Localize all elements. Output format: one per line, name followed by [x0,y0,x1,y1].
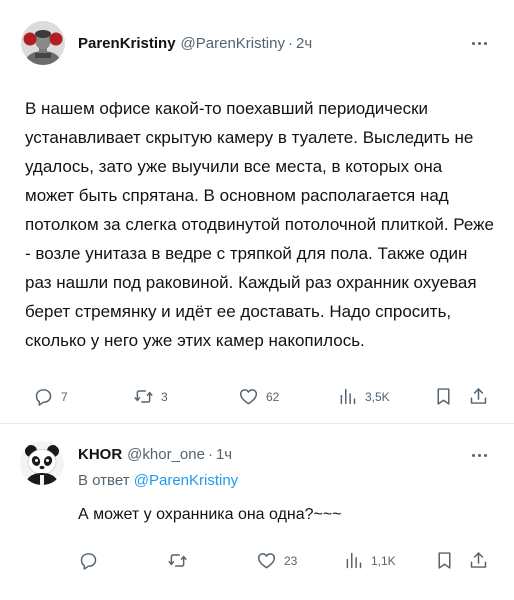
more-icon[interactable] [470,446,488,464]
display-name[interactable]: KHOR [78,446,122,463]
reply-tweet: KHOR @khor_one · 1ч В ответ @ParenKristi… [0,424,514,600]
timestamp[interactable]: 1ч [216,446,232,463]
reply-button[interactable]: 7 [33,386,68,407]
share-icon [470,388,487,404]
views-icon [340,388,356,405]
user-handle[interactable]: @ParenKristiny [181,35,285,52]
timestamp[interactable]: 2ч [296,35,312,52]
like-icon [257,553,276,569]
like-count: 23 [284,553,298,568]
retweet-icon [168,554,187,567]
views-count: 3,5K [365,389,390,404]
share-icon [470,552,487,568]
reply-button[interactable] [78,550,99,571]
share-button[interactable] [468,386,489,407]
like-count: 62 [266,389,280,404]
avatar[interactable] [20,441,64,485]
bookmark-button[interactable] [434,550,455,571]
retweet-button[interactable]: 3 [133,386,168,407]
retweet-icon [134,390,153,403]
display-name[interactable]: ParenKristiny [78,35,176,52]
action-bar: 23 1,1K [0,550,514,574]
main-tweet: ParenKristiny @ParenKristiny · 2ч В наше… [0,0,514,424]
separator: · [207,446,213,463]
views-icon [346,552,362,569]
tweet-header: ParenKristiny @ParenKristiny · 2ч [78,35,312,52]
like-icon [239,389,258,405]
tweet-header: KHOR @khor_one · 1ч [78,446,232,463]
reply-mention-link[interactable]: @ParenKristiny [134,472,238,489]
more-icon[interactable] [470,34,488,52]
reply-context: В ответ @ParenKristiny [78,472,238,489]
action-bar: 7 3 62 3,5K [0,386,514,410]
boxer-avatar-image [21,21,65,65]
panda-avatar-image [20,441,64,485]
views-button[interactable]: 1,1K [343,550,396,571]
views-button[interactable]: 3,5K [337,386,390,407]
separator: · [287,35,293,52]
retweet-count: 3 [161,389,168,404]
share-button[interactable] [468,550,489,571]
tweet-text: А может у охранника она одна?~~~ [78,506,342,523]
user-handle[interactable]: @khor_one [127,446,205,463]
reply-icon [80,553,97,570]
views-count: 1,1K [371,553,396,568]
tweet-text: В нашем офисе какой-то поехавший периоди… [25,99,494,350]
avatar[interactable] [21,21,65,65]
like-button[interactable]: 23 [256,550,297,571]
reply-icon [35,389,52,406]
retweet-button[interactable] [167,550,188,571]
bookmark-icon [438,552,451,569]
bookmark-button[interactable] [433,386,454,407]
bookmark-icon [437,388,450,405]
reply-count: 7 [61,389,68,404]
reply-prefix: В ответ [78,472,130,489]
like-button[interactable]: 62 [238,386,279,407]
